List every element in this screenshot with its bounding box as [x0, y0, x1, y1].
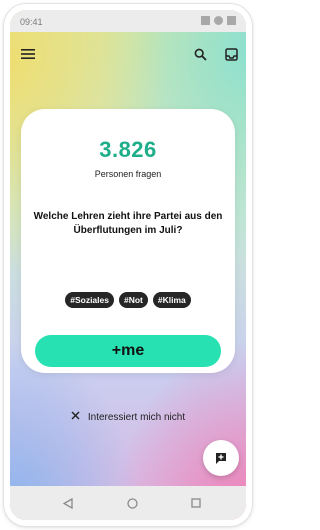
asker-count-label: Personen fragen: [94, 169, 162, 179]
menu-icon[interactable]: [19, 45, 37, 63]
signal-icon: [214, 16, 223, 25]
home-icon[interactable]: [124, 495, 140, 511]
app-toolbar: [10, 32, 246, 74]
tag-list: #Soziales #Not #Klima: [21, 292, 235, 308]
tag-soziales[interactable]: #Soziales: [65, 292, 114, 308]
question-text: Welche Lehren zieht ihre Partei aus den …: [33, 211, 223, 236]
tag-klima[interactable]: #Klima: [152, 292, 191, 308]
not-interested-label: Interessiert mich nicht: [87, 411, 186, 423]
status-icons: [201, 16, 236, 25]
recents-icon[interactable]: [188, 495, 204, 511]
tag-not[interactable]: #Not: [118, 292, 148, 308]
asker-count: 3.826: [99, 137, 157, 162]
add-question-button[interactable]: [203, 440, 239, 476]
battery-icon: [201, 16, 210, 25]
not-interested-button[interactable]: Interessiert mich nicht: [10, 411, 246, 423]
search-icon[interactable]: [191, 45, 209, 63]
back-icon[interactable]: [60, 495, 76, 511]
app-screen: 09:41 3.826 Personen fragen Welche Lehre…: [10, 10, 246, 520]
add-comment-icon: [216, 453, 226, 464]
status-time: 09:41: [20, 17, 43, 27]
question-card: 3.826 Personen fragen Welche Lehren zieh…: [21, 109, 235, 373]
status-bar: 09:41: [10, 10, 246, 32]
inbox-icon[interactable]: [222, 45, 240, 63]
wifi-icon: [227, 16, 236, 25]
plus-me-button[interactable]: +me: [35, 335, 221, 367]
close-icon: [71, 411, 80, 423]
system-nav-bar: [10, 486, 246, 520]
phone-frame: 09:41 3.826 Personen fragen Welche Lehre…: [4, 4, 252, 526]
